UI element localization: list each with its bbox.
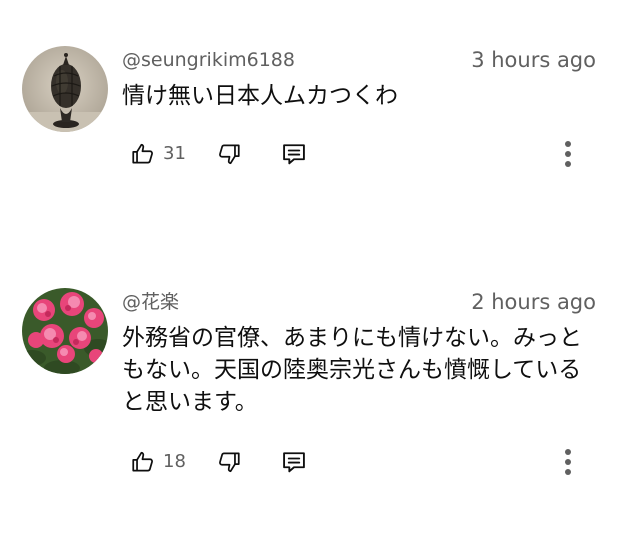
comment-text: 外務省の官僚、あまりにも情けない。みっともない。天国の陸奥宗光さんも憤慨している… bbox=[122, 325, 582, 415]
thumbs-down-icon[interactable] bbox=[214, 444, 244, 480]
comment-author[interactable]: @花楽 bbox=[122, 290, 179, 314]
flowers-avatar-image bbox=[22, 288, 108, 374]
like-count: 18 bbox=[163, 451, 186, 472]
thumbs-up-icon[interactable] bbox=[128, 136, 158, 172]
comment-author[interactable]: @seungrikim6188 bbox=[122, 48, 295, 72]
reply-comment-icon[interactable] bbox=[279, 444, 309, 480]
like-count: 31 bbox=[163, 143, 186, 164]
more-vertical-icon[interactable] bbox=[554, 136, 582, 172]
comment-time: 3 hours ago bbox=[471, 48, 596, 72]
thumbs-up-icon[interactable] bbox=[128, 444, 158, 480]
comment-actions: 31 bbox=[0, 136, 640, 172]
comment-text: 情け無い日本人ムカつくわ bbox=[122, 83, 398, 109]
avatar[interactable] bbox=[22, 46, 108, 132]
avatar[interactable] bbox=[22, 288, 108, 374]
comment-time: 2 hours ago bbox=[471, 290, 596, 314]
more-vertical-icon[interactable] bbox=[554, 444, 582, 480]
comment-actions: 18 bbox=[0, 444, 640, 480]
thumbs-down-icon[interactable] bbox=[214, 136, 244, 172]
sculpture-avatar-image bbox=[22, 46, 108, 132]
reply-comment-icon[interactable] bbox=[279, 136, 309, 172]
